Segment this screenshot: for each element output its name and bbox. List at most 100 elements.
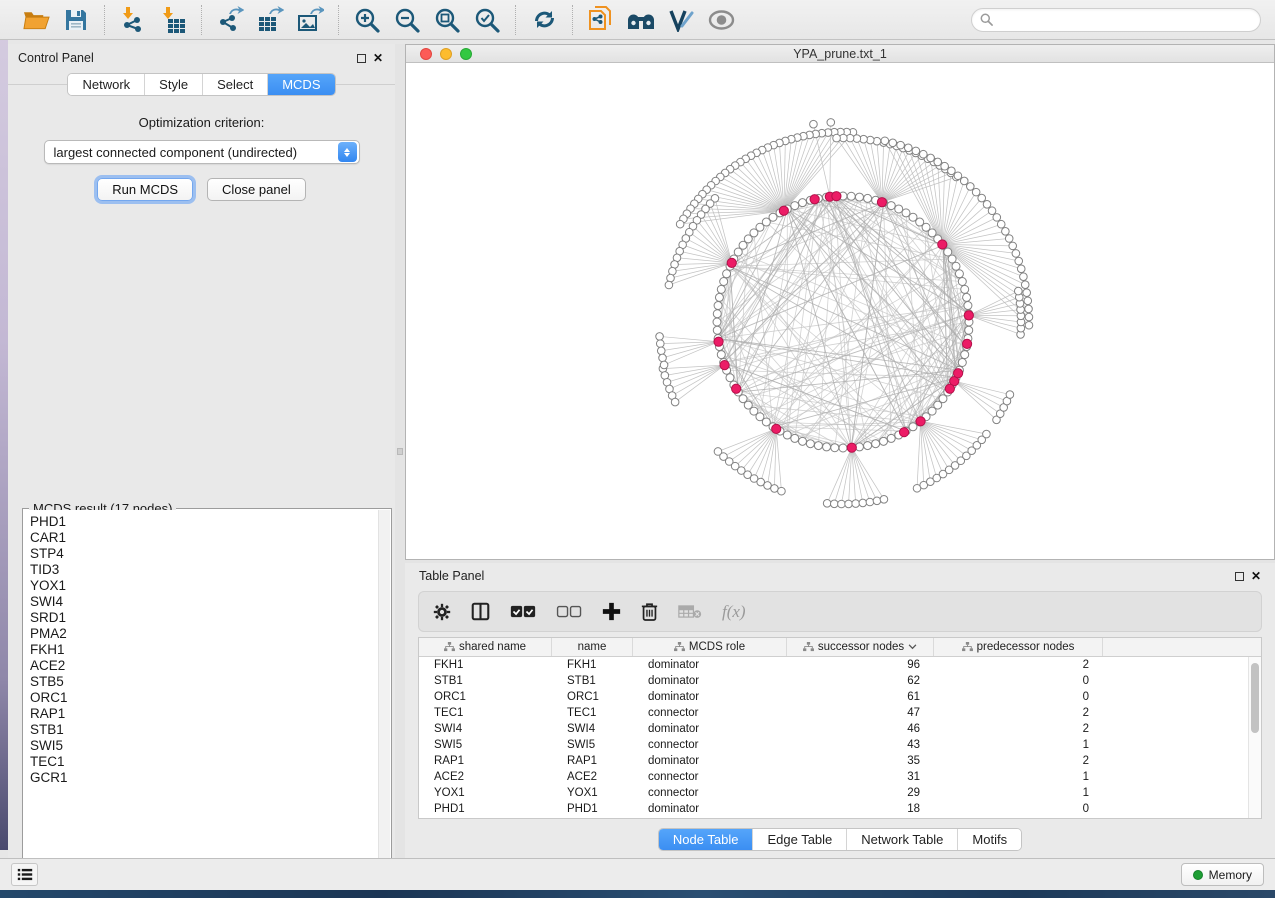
ring-node[interactable] bbox=[831, 444, 839, 452]
leaf-node[interactable] bbox=[1023, 289, 1031, 297]
column-header-predecessor-nodes[interactable]: predecessor nodes bbox=[934, 638, 1103, 656]
import-table-button[interactable] bbox=[157, 4, 189, 36]
zoom-out-button[interactable] bbox=[391, 4, 423, 36]
leaf-node[interactable] bbox=[889, 139, 897, 147]
table-row[interactable]: ACE2ACE2connector311 bbox=[419, 769, 1248, 785]
leaf-node[interactable] bbox=[983, 200, 991, 208]
leaf-node[interactable] bbox=[1021, 281, 1029, 289]
hub-node[interactable] bbox=[779, 206, 788, 215]
leaf-node[interactable] bbox=[967, 183, 975, 191]
leaf-node[interactable] bbox=[997, 220, 1005, 228]
mcds-result-item[interactable]: STB1 bbox=[30, 722, 378, 738]
leaf-node[interactable] bbox=[993, 214, 1001, 222]
hub-node[interactable] bbox=[727, 258, 736, 267]
select-all-button[interactable] bbox=[510, 605, 536, 618]
column-header-mcds-role[interactable]: MCDS role bbox=[633, 638, 787, 656]
table-scrollbar-thumb[interactable] bbox=[1251, 663, 1259, 733]
leaf-node[interactable] bbox=[972, 188, 980, 196]
ring-node[interactable] bbox=[713, 310, 721, 318]
leaf-node[interactable] bbox=[859, 499, 867, 507]
ring-node[interactable] bbox=[791, 202, 799, 210]
leaf-node[interactable] bbox=[830, 500, 838, 508]
column-header-successor-nodes[interactable]: successor nodes bbox=[787, 638, 934, 656]
table-row[interactable]: SWI4SWI4dominator462 bbox=[419, 721, 1248, 737]
leaf-node[interactable] bbox=[927, 154, 935, 162]
leaf-node[interactable] bbox=[954, 172, 962, 180]
mcds-result-item[interactable]: SWI5 bbox=[30, 738, 378, 754]
vizmapper-button[interactable] bbox=[665, 4, 697, 36]
hub-node[interactable] bbox=[810, 195, 819, 204]
leaf-node[interactable] bbox=[1025, 305, 1033, 313]
ring-node[interactable] bbox=[726, 374, 734, 382]
apply-layout-button[interactable] bbox=[528, 4, 560, 36]
leaf-node[interactable] bbox=[920, 150, 928, 158]
table-row[interactable]: RAP1RAP1dominator352 bbox=[419, 753, 1248, 769]
leaf-node[interactable] bbox=[833, 134, 841, 142]
close-panel-icon[interactable]: ✕ bbox=[373, 54, 383, 63]
task-history-button[interactable] bbox=[11, 863, 38, 886]
leaf-node[interactable] bbox=[983, 430, 991, 438]
leaf-node[interactable] bbox=[948, 167, 956, 175]
leaf-node[interactable] bbox=[1020, 273, 1028, 281]
ring-node[interactable] bbox=[855, 193, 863, 201]
table-row[interactable]: STB1STB1dominator620 bbox=[419, 673, 1248, 689]
leaf-node[interactable] bbox=[1012, 250, 1020, 258]
ring-node[interactable] bbox=[783, 431, 791, 439]
hub-node[interactable] bbox=[847, 443, 856, 452]
leaf-node[interactable] bbox=[1025, 321, 1033, 329]
vertical-splitter[interactable] bbox=[395, 44, 405, 858]
tab-network[interactable]: Network bbox=[68, 74, 144, 95]
leaf-node[interactable] bbox=[904, 144, 912, 152]
ring-node[interactable] bbox=[717, 351, 725, 359]
leaf-node[interactable] bbox=[1006, 391, 1014, 399]
ring-node[interactable] bbox=[839, 444, 847, 452]
ring-node[interactable] bbox=[895, 205, 903, 213]
tab-motifs[interactable]: Motifs bbox=[957, 829, 1021, 850]
mcds-list-scrollbar[interactable] bbox=[378, 510, 390, 877]
leaf-node[interactable] bbox=[1025, 313, 1033, 321]
hub-node[interactable] bbox=[772, 424, 781, 433]
clear-table-button[interactable] bbox=[678, 604, 702, 619]
leaf-node[interactable] bbox=[1017, 265, 1025, 273]
mcds-result-item[interactable]: TID3 bbox=[30, 562, 378, 578]
mcds-result-item[interactable]: STP4 bbox=[30, 546, 378, 562]
zoom-selected-button[interactable] bbox=[471, 4, 503, 36]
leaf-node[interactable] bbox=[912, 147, 920, 155]
leaf-node[interactable] bbox=[852, 500, 860, 508]
tab-network-table[interactable]: Network Table bbox=[846, 829, 957, 850]
ring-node[interactable] bbox=[872, 440, 880, 448]
table-row[interactable]: YOX1YOX1connector291 bbox=[419, 785, 1248, 801]
ring-node[interactable] bbox=[961, 285, 969, 293]
run-mcds-button[interactable]: Run MCDS bbox=[97, 178, 193, 201]
leaf-node[interactable] bbox=[934, 158, 942, 166]
leaf-node[interactable] bbox=[960, 177, 968, 185]
export-network-file-button[interactable] bbox=[585, 4, 617, 36]
mcds-result-item[interactable]: RAP1 bbox=[30, 706, 378, 722]
leaf-node[interactable] bbox=[988, 207, 996, 215]
mcds-result-item[interactable]: FKH1 bbox=[30, 642, 378, 658]
hub-node[interactable] bbox=[720, 360, 729, 369]
tab-select[interactable]: Select bbox=[202, 74, 267, 95]
mcds-result-item[interactable]: ACE2 bbox=[30, 658, 378, 674]
criterion-dropdown[interactable]: largest connected component (undirected) bbox=[44, 140, 360, 164]
leaf-node[interactable] bbox=[866, 498, 874, 506]
network-canvas[interactable] bbox=[406, 63, 1274, 559]
mcds-result-item[interactable]: PHD1 bbox=[30, 514, 378, 530]
splitter-grab-handle[interactable] bbox=[397, 448, 403, 455]
ring-node[interactable] bbox=[720, 277, 728, 285]
leaf-node[interactable] bbox=[827, 119, 835, 127]
leaf-node[interactable] bbox=[671, 398, 679, 406]
tab-node-table[interactable]: Node Table bbox=[659, 829, 753, 850]
network-search-field[interactable] bbox=[971, 8, 1261, 32]
ring-node[interactable] bbox=[713, 318, 721, 326]
float-panel-icon[interactable] bbox=[1235, 572, 1244, 581]
hub-node[interactable] bbox=[832, 192, 841, 201]
toggle-column-view-button[interactable] bbox=[471, 602, 490, 621]
leaf-node[interactable] bbox=[1005, 235, 1013, 243]
leaf-node[interactable] bbox=[1009, 242, 1017, 250]
leaf-node[interactable] bbox=[667, 274, 675, 282]
ring-node[interactable] bbox=[723, 270, 731, 278]
column-header-shared-name[interactable]: shared name bbox=[419, 638, 552, 656]
close-panel-icon[interactable]: ✕ bbox=[1251, 572, 1261, 581]
ring-node[interactable] bbox=[961, 351, 969, 359]
